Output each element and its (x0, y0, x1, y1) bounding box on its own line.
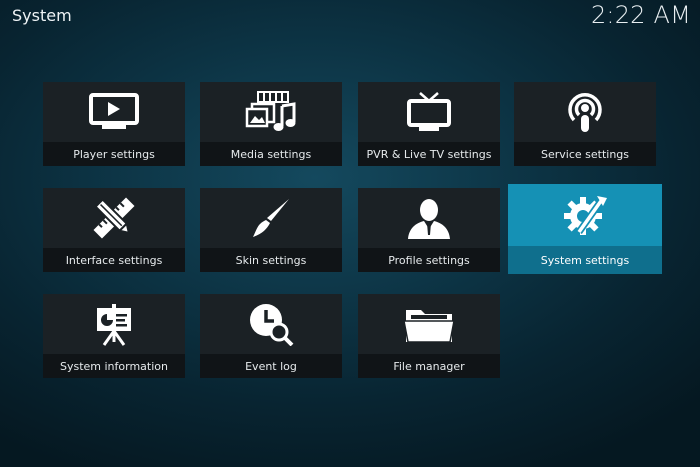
tile-service-settings[interactable]: Service settings (514, 82, 656, 166)
tile-system-information[interactable]: System information (43, 294, 185, 378)
tile-media-settings[interactable]: Media settings (200, 82, 342, 166)
tile-profile-settings[interactable]: Profile settings (358, 188, 500, 272)
tile-system-settings[interactable]: System settings (508, 184, 662, 274)
tile-label: File manager (358, 354, 500, 378)
player-icon (89, 93, 139, 129)
brush-icon (253, 199, 289, 237)
person-icon (408, 199, 450, 239)
tile-label: Media settings (200, 142, 342, 166)
tile-player-settings[interactable]: Player settings (43, 82, 185, 166)
tile-label: Event log (200, 354, 342, 378)
tv-icon (407, 92, 451, 131)
clock-search-icon (250, 304, 294, 346)
tile-file-manager[interactable]: File manager (358, 294, 500, 378)
folder-icon (403, 310, 455, 343)
podcast-icon (568, 93, 602, 132)
pencil-ruler-icon (93, 197, 135, 239)
tile-label: Service settings (514, 142, 656, 166)
tile-skin-settings[interactable]: Skin settings (200, 188, 342, 272)
page-title: System (12, 6, 72, 25)
tile-label: Interface settings (43, 248, 185, 272)
tile-label: Player settings (43, 142, 185, 166)
tile-pvr-settings[interactable]: PVR & Live TV settings (358, 82, 500, 166)
clock: 2:22 AM (590, 1, 691, 29)
media-icon (245, 91, 296, 131)
tile-label: Skin settings (200, 248, 342, 272)
presentation-icon (97, 304, 131, 346)
tile-interface-settings[interactable]: Interface settings (43, 188, 185, 272)
tile-label: System information (43, 354, 185, 378)
tile-label: PVR & Live TV settings (358, 142, 500, 166)
tile-event-log[interactable]: Event log (200, 294, 342, 378)
gear-wrench-icon (564, 196, 607, 235)
tile-label: System settings (508, 246, 662, 274)
tile-label: Profile settings (358, 248, 500, 272)
